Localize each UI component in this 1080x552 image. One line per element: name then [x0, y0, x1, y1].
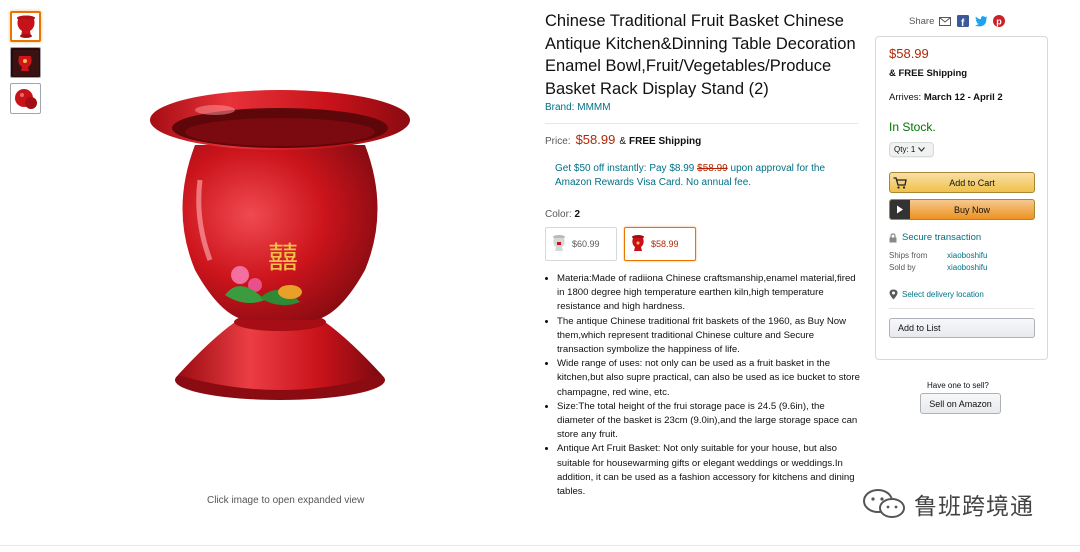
watermark-text: 鲁班跨境通	[914, 494, 1034, 520]
swatch-vase-icon	[632, 235, 644, 251]
arrives-label: Arrives:	[889, 92, 922, 103]
divider	[545, 123, 858, 124]
sell-on-amazon-button[interactable]: Sell on Amazon	[920, 393, 1001, 414]
price-row: Price: $58.99 & FREE Shipping	[545, 132, 860, 147]
play-icon	[890, 200, 910, 219]
stock-status: In Stock.	[889, 120, 936, 134]
divider	[889, 308, 1034, 309]
color-swatches: $60.99 $58.99	[545, 227, 860, 261]
svg-text:囍: 囍	[268, 241, 298, 276]
share-label: Share	[909, 15, 935, 27]
lock-icon	[889, 232, 897, 242]
feature-bullet: Materia:Made of radiiona Chinese craftsm…	[557, 272, 860, 315]
cart-icon	[890, 173, 910, 192]
thumbnail-2[interactable]	[10, 47, 41, 78]
seller-info: Ships from xiaoboshifu Sold by xiaoboshi…	[889, 251, 1034, 272]
thumbnail-strip	[10, 11, 42, 119]
color-swatch-1[interactable]: $60.99	[545, 227, 617, 261]
arrives-dates: March 12 - April 2	[923, 92, 1003, 103]
ships-from-value: xiaoboshifu	[947, 251, 988, 260]
product-details: Chinese Traditional Fruit Basket Chinese…	[545, 10, 860, 499]
feature-bullet: Antique Art Fruit Basket: Not only suita…	[557, 442, 860, 499]
twitter-icon[interactable]	[974, 14, 988, 28]
swatch-vase-icon	[553, 235, 565, 251]
sold-by-row: Sold by xiaoboshifu	[889, 263, 1034, 272]
add-to-cart-button[interactable]: Add to Cart	[889, 172, 1035, 193]
expand-image-caption: Click image to open expanded view	[207, 495, 365, 506]
divider	[0, 545, 1080, 546]
product-title: Chinese Traditional Fruit Basket Chinese…	[545, 12, 856, 98]
sold-by-link[interactable]: xiaoboshifu	[947, 263, 987, 272]
brand-link[interactable]: Brand: MMMM	[545, 102, 860, 113]
svg-text:p: p	[997, 17, 1003, 27]
color-label: Color: 2	[545, 209, 860, 220]
promo-strike-price: $58.99	[697, 163, 728, 174]
buy-now-button[interactable]: Buy Now	[889, 199, 1035, 220]
buy-box: $58.99 & FREE Shipping Arrives: March 12…	[875, 36, 1048, 360]
quantity-value: Qty: 1	[894, 145, 916, 154]
price-value: $58.99	[575, 132, 616, 147]
location-pin-icon	[889, 289, 898, 300]
buybox-price: $58.99	[889, 46, 929, 61]
delivery-location-link[interactable]: Select delivery location	[889, 289, 1034, 300]
sell-question: Have one to sell?	[927, 381, 989, 390]
email-icon[interactable]	[938, 14, 952, 28]
red-vase-thumbnail-icon	[16, 15, 35, 38]
main-product-image[interactable]: 囍	[140, 70, 440, 430]
red-vase-lifestyle-thumbnail-icon	[12, 49, 39, 76]
add-to-list-button[interactable]: Add to List	[889, 318, 1035, 338]
share-row: Share f p	[909, 14, 1006, 28]
red-vase-detail-thumbnail-icon	[14, 88, 37, 109]
color-label-text: Color:	[545, 209, 572, 220]
arrival-info: Arrives: March 12 - April 2	[889, 92, 1034, 103]
chevron-down-icon	[918, 147, 926, 152]
swatch-price: $58.99	[651, 239, 679, 249]
delivery-location-label: Select delivery location	[902, 290, 984, 299]
swatch-price: $60.99	[572, 239, 600, 249]
red-enamel-fruit-basket-image: 囍	[150, 90, 410, 400]
ships-from-row: Ships from xiaoboshifu	[889, 251, 1034, 260]
thumbnail-1[interactable]	[10, 11, 41, 42]
thumbnail-3[interactable]	[10, 83, 41, 114]
color-swatch-2[interactable]: $58.99	[624, 227, 696, 261]
buybox-shipping[interactable]: & FREE Shipping	[889, 68, 1034, 79]
credit-card-promo[interactable]: Get $50 off instantly: Pay $8.99 $58.99 …	[555, 162, 855, 190]
facebook-icon[interactable]: f	[956, 14, 970, 28]
buy-now-label: Buy Now	[953, 204, 990, 215]
pinterest-icon[interactable]: p	[992, 14, 1006, 28]
free-shipping-link[interactable]: FREE Shipping	[629, 136, 701, 147]
ships-from-label: Ships from	[889, 251, 928, 260]
quantity-select[interactable]: Qty: 1	[889, 142, 934, 157]
add-to-list-label: Add to List	[898, 323, 941, 333]
color-value: 2	[574, 209, 581, 220]
feature-bullet: The antique Chinese traditional frit bas…	[557, 315, 860, 358]
price-label: Price:	[545, 136, 571, 147]
free-shipping-amp: &	[619, 136, 626, 147]
watermark: 鲁班跨境通	[862, 487, 1034, 521]
feature-bullet: Size:The total height of the frui storag…	[557, 400, 860, 443]
sell-on-amazon-label: Sell on Amazon	[929, 398, 992, 409]
promo-prefix: Get $50 off instantly: Pay $8.99	[555, 163, 695, 174]
feature-bullet: Wide range of uses: not only can be used…	[557, 357, 860, 400]
secure-transaction-link[interactable]: Secure transaction	[889, 232, 1034, 243]
add-to-cart-label: Add to Cart	[949, 177, 995, 188]
wechat-icon	[863, 489, 905, 518]
feature-bullets: Materia:Made of radiiona Chinese craftsm…	[545, 272, 860, 499]
secure-transaction-label: Secure transaction	[902, 232, 982, 243]
sold-by-label: Sold by	[889, 263, 916, 272]
